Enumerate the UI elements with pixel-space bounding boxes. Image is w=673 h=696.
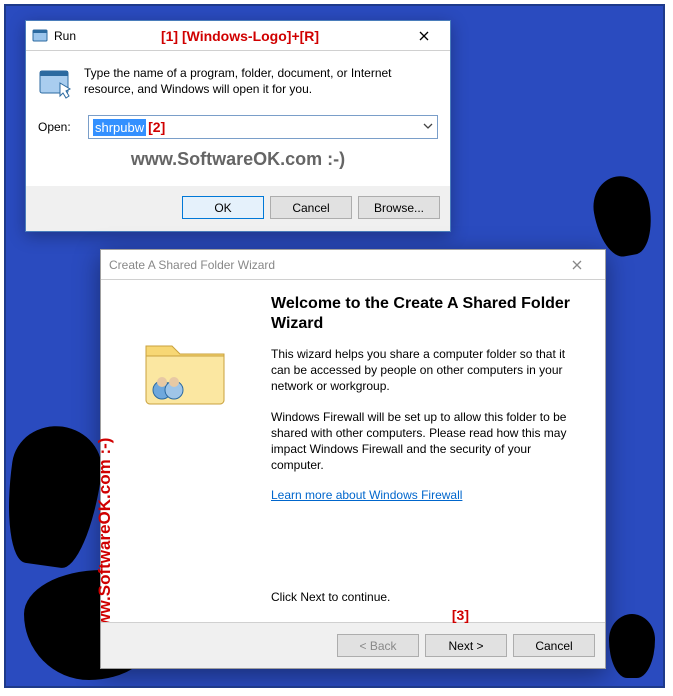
shared-folder-wizard: Create A Shared Folder Wizard www.Softwa… (100, 249, 606, 669)
run-app-icon (32, 28, 48, 44)
wizard-body: www.SoftwareOK.com :-) Welcome to the Cr… (101, 280, 605, 622)
browse-button[interactable]: Browse... (358, 196, 440, 219)
silhouette-decoration (4, 420, 107, 571)
watermark-vertical: www.SoftwareOK.com :-) (95, 438, 115, 640)
run-large-icon (38, 65, 74, 101)
shared-folder-icon (138, 330, 234, 410)
watermark-horizontal: www.SoftwareOK.com :-) (38, 149, 438, 170)
next-button[interactable]: Next > (425, 634, 507, 657)
run-titlebar[interactable]: Run [1] [Windows-Logo]+[R] (26, 21, 450, 51)
run-open-combobox[interactable]: shrpubw [2] (88, 115, 438, 139)
run-close-button[interactable] (404, 23, 444, 49)
silhouette-decoration (609, 614, 655, 678)
wizard-title: Create A Shared Folder Wizard (109, 258, 275, 272)
wizard-paragraph-2: Windows Firewall will be set up to allow… (271, 409, 587, 474)
back-button: < Back (337, 634, 419, 657)
run-title: Run (54, 29, 76, 43)
run-open-label: Open: (38, 120, 80, 134)
annotation-1: [1] [Windows-Logo]+[R] (76, 28, 404, 44)
desktop-background: www.SoftwareOK.com :-) Run [1] [Windows-… (4, 4, 665, 688)
close-icon (572, 260, 582, 270)
wizard-cancel-button[interactable]: Cancel (513, 634, 595, 657)
run-open-value: shrpubw (93, 119, 146, 136)
annotation-3: [3] (452, 607, 469, 623)
ok-button[interactable]: OK (182, 196, 264, 219)
run-body: Type the name of a program, folder, docu… (26, 51, 450, 186)
close-icon (419, 31, 429, 41)
wizard-footer: [3] < Back Next > Cancel (101, 622, 605, 668)
wizard-titlebar[interactable]: Create A Shared Folder Wizard (101, 250, 605, 280)
run-dialog: Run [1] [Windows-Logo]+[R] Type the name… (25, 20, 451, 232)
wizard-left-panel: www.SoftwareOK.com :-) (101, 280, 271, 622)
run-button-row: OK Cancel Browse... (26, 186, 450, 231)
run-description: Type the name of a program, folder, docu… (84, 65, 438, 101)
chevron-down-icon[interactable] (423, 120, 433, 134)
silhouette-decoration (588, 172, 657, 261)
cancel-button[interactable]: Cancel (270, 196, 352, 219)
wizard-paragraph-1: This wizard helps you share a computer f… (271, 346, 587, 395)
wizard-close-button[interactable] (557, 252, 597, 278)
firewall-learn-more-link[interactable]: Learn more about Windows Firewall (271, 488, 462, 502)
annotation-2: [2] (148, 119, 165, 135)
wizard-heading: Welcome to the Create A Shared Folder Wi… (271, 294, 587, 334)
wizard-right-panel: Welcome to the Create A Shared Folder Wi… (271, 280, 605, 622)
wizard-continue-text: Click Next to continue. (271, 590, 587, 604)
